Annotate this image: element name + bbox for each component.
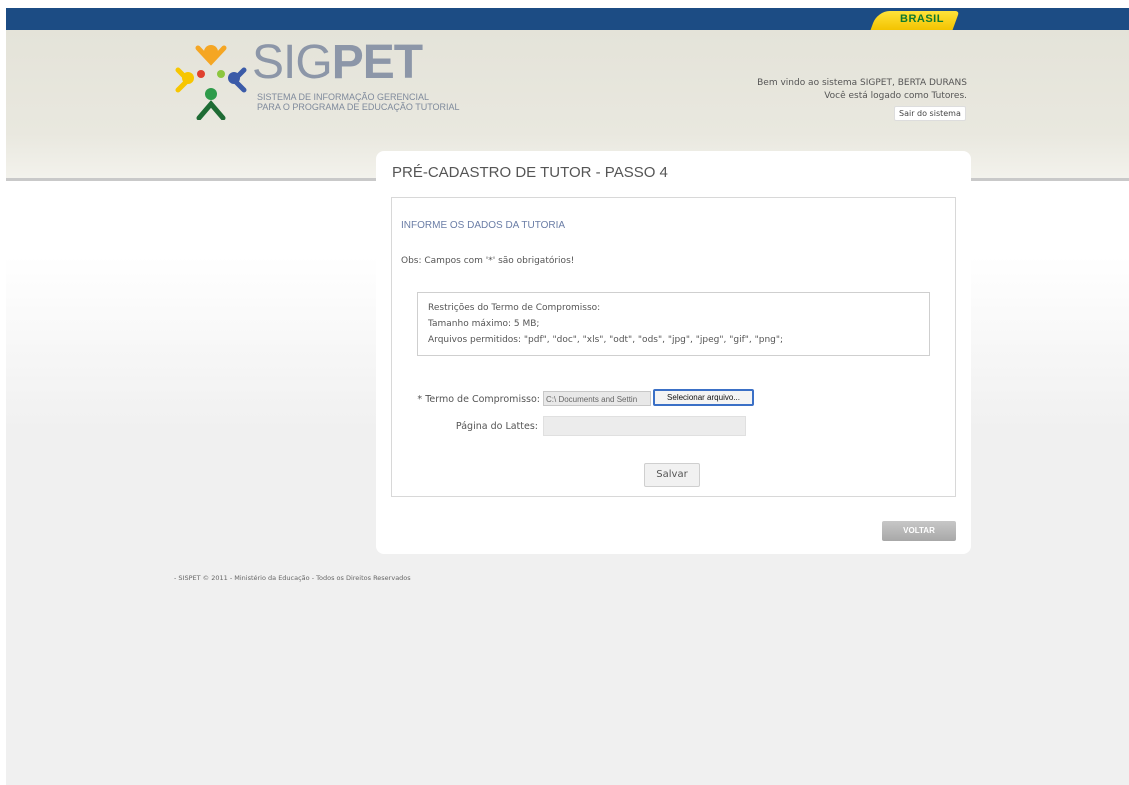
logo-title: SIGPET (252, 36, 423, 89)
termo-label: * Termo de Compromisso: (417, 394, 540, 405)
logo-subtitle-line2: PARA O PROGRAMA DE EDUCAÇÃO TUTORIAL (257, 102, 460, 112)
form-container: INFORME OS DADOS DA TUTORIA Obs: Campos … (391, 197, 956, 497)
restrictions-size: Tamanho máximo: 5 MB; (428, 319, 540, 329)
welcome-line2: Você está logado como Tutores. (824, 91, 967, 101)
logo-subtitle-line1: SISTEMA DE INFORMAÇÃO GERENCIAL (257, 92, 430, 102)
restrictions-types: Arquivos permitidos: "pdf", "doc", "xls"… (428, 335, 784, 345)
sigpet-logo-icon (175, 45, 247, 120)
logo-subtitle: SISTEMA DE INFORMAÇÃO GERENCIAL PARA O P… (257, 92, 477, 112)
lattes-input[interactable] (543, 416, 746, 436)
footer-copyright: - SISPET © 2011 - Ministério da Educação… (174, 574, 411, 582)
back-button[interactable]: VOLTAR (882, 521, 956, 541)
brasil-label[interactable]: BRASIL (892, 13, 952, 25)
section-title: INFORME OS DADOS DA TUTORIA (401, 220, 566, 231)
lattes-label: Página do Lattes: (455, 421, 538, 432)
welcome-message: Bem vindo ao sistema SIGPET, BERTA DURAN… (757, 77, 967, 103)
logout-button[interactable]: Sair do sistema (894, 106, 966, 121)
save-button[interactable]: Salvar (644, 463, 700, 487)
select-file-button[interactable]: Selecionar arquivo... (653, 389, 754, 406)
restrictions-box: Restrições do Termo de Compromisso: Tama… (417, 292, 930, 356)
page: BRASIL SIGPET SISTEMA DE INFORMAÇÃO GERE… (6, 8, 1129, 785)
required-note: Obs: Campos com '*' são obrigatórios! (401, 256, 575, 266)
welcome-line1: Bem vindo ao sistema SIGPET, BERTA DURAN… (757, 78, 967, 88)
restrictions-title: Restrições do Termo de Compromisso: (428, 303, 601, 313)
government-bar (6, 8, 1129, 30)
main-panel: PRÉ-CADASTRO DE TUTOR - PASSO 4 INFORME … (376, 151, 971, 554)
page-title: PRÉ-CADASTRO DE TUTOR - PASSO 4 (392, 164, 668, 181)
termo-file-path[interactable]: C:\ Documents and Settin (543, 391, 651, 406)
